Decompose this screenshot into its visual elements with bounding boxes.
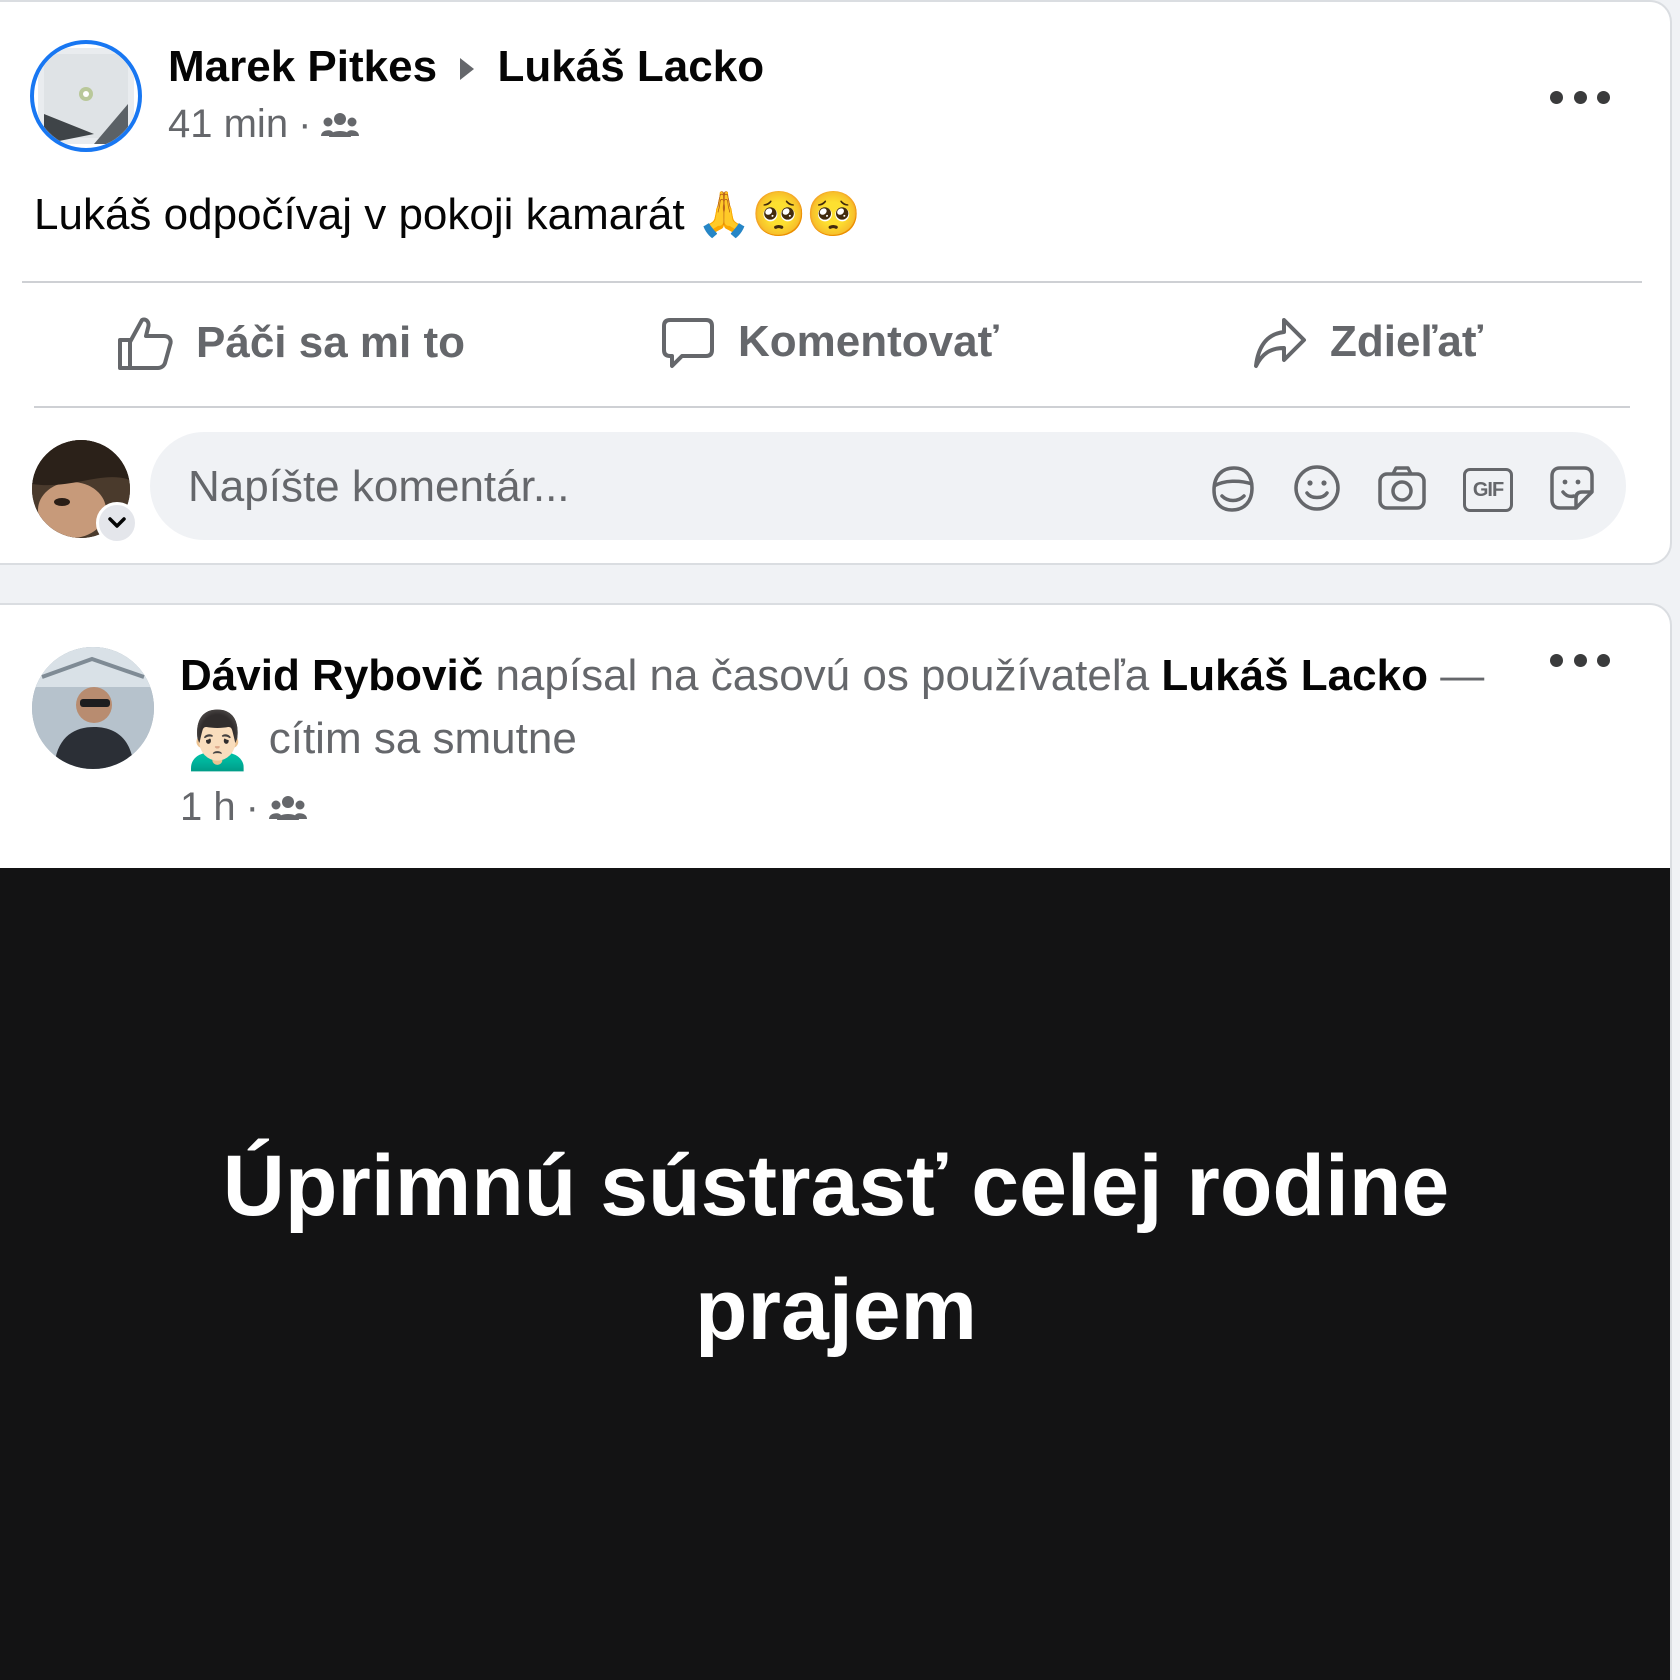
avatar-sticker-icon[interactable]: [1206, 462, 1258, 514]
post-time[interactable]: 41 min: [168, 102, 288, 147]
friends-icon[interactable]: [268, 794, 307, 822]
arrow-right-icon: [460, 58, 475, 81]
comment-button[interactable]: Komentovať: [660, 314, 999, 370]
gif-icon[interactable]: GIF: [1461, 462, 1513, 514]
sticker-icon[interactable]: [1546, 462, 1598, 514]
friends-icon[interactable]: [321, 111, 360, 139]
like-label: Páči sa mi to: [196, 318, 466, 367]
author-avatar[interactable]: [30, 40, 142, 152]
background-text-post[interactable]: Úprimnú sústrasť celej rodine prajem: [0, 868, 1670, 1680]
post-header: Dávid Rybovič napísal na časovú os použí…: [180, 651, 1485, 700]
share-label: Zdieľať: [1330, 317, 1483, 366]
comment-bubble-icon: [662, 318, 714, 368]
more-options-icon[interactable]: [1550, 82, 1610, 112]
feeling-text[interactable]: cítim sa smutne: [269, 714, 577, 764]
post-text: Lukáš odpočívaj v pokoji kamarát 🙏🥺🥺: [34, 190, 862, 239]
background-text: Úprimnú sústrasť celej rodine prajem: [222, 1138, 1450, 1358]
post-card-2: Dávid Rybovič napísal na časovú os použí…: [0, 603, 1672, 1680]
target-name[interactable]: Lukáš Lacko: [1161, 651, 1428, 700]
post-time[interactable]: 1 h: [180, 785, 236, 830]
post-meta: 1 h ·: [180, 785, 307, 830]
comment-label: Komentovať: [738, 317, 999, 366]
account-switch-chevron-icon[interactable]: [96, 502, 138, 544]
sad-person-emoji: 🙍🏻‍♂️: [180, 705, 255, 772]
post-meta: 41 min ·: [168, 102, 360, 147]
author-avatar[interactable]: [32, 647, 154, 769]
divider: [22, 281, 1642, 283]
emoji-icon[interactable]: [1291, 462, 1343, 514]
share-arrow-icon: [1254, 318, 1306, 368]
comment-input[interactable]: [186, 432, 1170, 542]
like-button[interactable]: Páči sa mi to: [116, 314, 465, 372]
divider: [34, 406, 1630, 408]
post-card-1: Marek Pitkes Lukáš Lacko 41 min · Lukáš …: [0, 0, 1672, 565]
camera-icon[interactable]: [1376, 462, 1428, 514]
more-options-icon[interactable]: [1550, 645, 1610, 675]
target-name[interactable]: Lukáš Lacko: [498, 42, 765, 91]
feeling-line: 🙍🏻‍♂️ cítim sa smutne: [180, 703, 577, 774]
author-name[interactable]: Marek Pitkes: [168, 42, 437, 91]
share-button[interactable]: Zdieľať: [1252, 314, 1483, 370]
author-name[interactable]: Dávid Rybovič: [180, 651, 483, 700]
post-verb: napísal na časovú os používateľa: [495, 651, 1150, 700]
comment-composer: GIF: [150, 432, 1626, 542]
thumbs-up-icon: [118, 317, 173, 370]
post-header: Marek Pitkes Lukáš Lacko: [168, 42, 764, 92]
